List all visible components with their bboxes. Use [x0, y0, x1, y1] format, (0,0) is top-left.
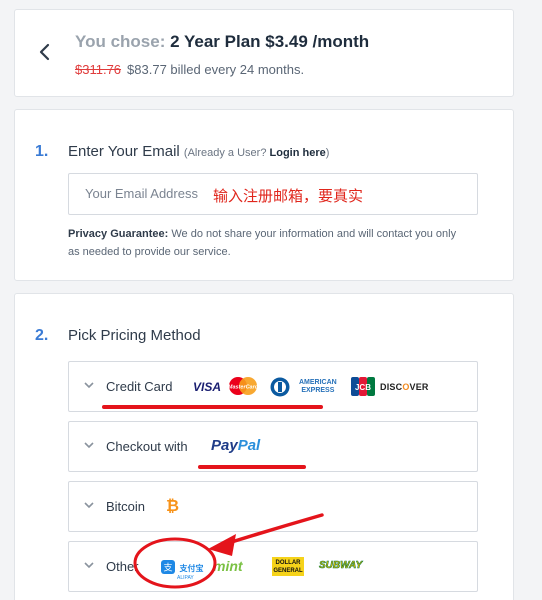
annotation-circle-alipay [133, 537, 217, 589]
annotation-arrow-line [220, 513, 324, 547]
annotation-overlay [133, 513, 324, 589]
